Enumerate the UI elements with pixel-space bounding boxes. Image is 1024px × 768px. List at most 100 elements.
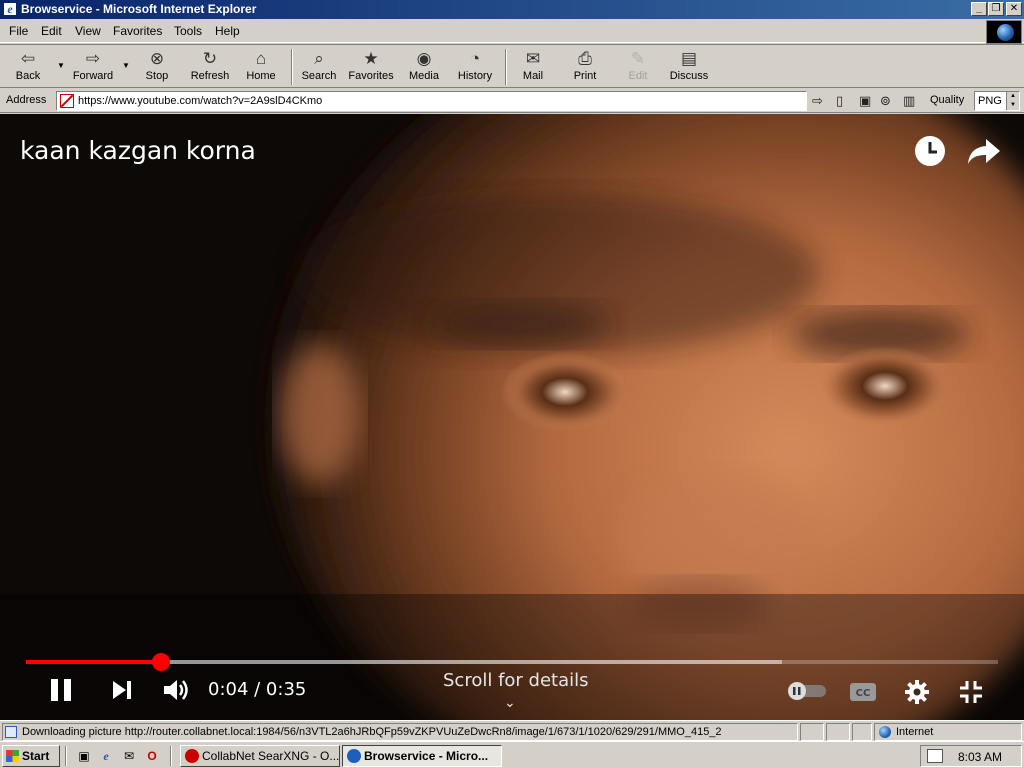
restore-button[interactable]: ❐ (988, 2, 1004, 16)
refresh-label: Refresh (190, 70, 230, 82)
quality-select[interactable]: PNG ▲ ▼ (974, 91, 1020, 111)
back-arrow-icon: ⇦ (20, 49, 36, 68)
forward-button[interactable]: ⇨ Forward (70, 48, 116, 86)
minimize-button[interactable]: _ (971, 2, 987, 16)
search-button[interactable]: ⌕ Search (300, 48, 338, 86)
refresh-button[interactable]: ↻ Refresh (188, 48, 232, 86)
opera-icon[interactable]: O (144, 748, 160, 764)
menu-file[interactable]: File (9, 24, 28, 38)
exit-fullscreen-icon[interactable] (958, 679, 984, 705)
find-binoculars-icon[interactable]: ⊚ (880, 93, 891, 109)
edit-page-icon: ✎ (630, 49, 646, 68)
close-button[interactable]: ✕ (1006, 2, 1022, 16)
search-icon: ⌕ (314, 49, 324, 68)
page-loading-icon (5, 726, 17, 738)
menu-help[interactable]: Help (215, 24, 240, 38)
stop-button[interactable]: ⊗ Stop (140, 48, 174, 86)
show-desktop-icon[interactable]: ▣ (76, 748, 92, 764)
favorites-folder-icon: ★ (363, 49, 379, 68)
progress-scrubber[interactable] (152, 653, 171, 671)
internet-zone-globe-icon (879, 726, 891, 738)
security-zone[interactable]: Internet (874, 723, 1022, 741)
favorites-button[interactable]: ★ Favorites (346, 48, 396, 86)
ie-quicklaunch-icon[interactable]: e (98, 748, 114, 764)
media-icon: ◉ (416, 49, 432, 68)
printer-icon: ⎙ (578, 49, 592, 68)
mail-icon: ✉ (525, 49, 541, 68)
network-tray-icon[interactable] (927, 749, 943, 763)
window-titlebar[interactable]: e Browservice - Microsoft Internet Explo… (0, 0, 1024, 19)
menu-view[interactable]: View (75, 24, 101, 38)
menu-tools[interactable]: Tools (174, 24, 202, 38)
back-button[interactable]: ⇦ Back (8, 48, 48, 86)
mail-button[interactable]: ✉ Mail (516, 48, 550, 86)
go-arrow-icon[interactable]: ⇨ (812, 93, 823, 109)
quality-label: Quality (930, 94, 965, 106)
status-text: Downloading picture http://router.collab… (22, 726, 722, 738)
globe-icon (997, 24, 1014, 41)
taskbar: Start ▣ e ✉ O CollabNet SearXNG - O... B… (0, 741, 1024, 768)
history-button[interactable]: ◔ History (455, 48, 495, 86)
windows-flag-icon (6, 750, 19, 762)
home-label: Home (246, 70, 276, 82)
ie-task-icon (347, 749, 361, 763)
back-dropdown-icon[interactable]: ▼ (57, 61, 65, 70)
discuss-button[interactable]: ▤ Discuss (669, 48, 709, 86)
menu-favorites[interactable]: Favorites (113, 24, 162, 38)
history-label: History (457, 70, 493, 82)
start-button[interactable]: Start (2, 745, 60, 767)
media-button[interactable]: ◉ Media (406, 48, 442, 86)
stop-label: Stop (145, 70, 169, 82)
progress-played (26, 660, 162, 664)
print-button[interactable]: ⎙ Print (570, 48, 600, 86)
address-bar: Address https://www.youtube.com/watch?v=… (0, 89, 1024, 113)
quality-spinner-icon[interactable]: ▲ ▼ (1006, 92, 1019, 110)
discuss-icon: ▤ (680, 49, 698, 68)
share-arrow-icon[interactable] (966, 136, 1002, 166)
outlook-express-icon[interactable]: ✉ (121, 748, 137, 764)
refresh-icon: ↻ (202, 49, 218, 68)
address-url[interactable]: https://www.youtube.com/watch?v=2A9slD4C… (78, 95, 322, 107)
volume-icon[interactable] (162, 677, 190, 703)
window-title: Browservice - Microsoft Internet Explore… (21, 2, 257, 16)
forward-label: Forward (72, 70, 114, 82)
status-pane (800, 723, 824, 741)
video-frame (0, 114, 1024, 720)
autoplay-toggle-icon[interactable] (786, 680, 828, 702)
ie-logo-icon: e (3, 2, 17, 16)
settings-gear-icon[interactable] (904, 679, 930, 705)
quality-value: PNG (978, 95, 1002, 107)
task-label: Browservice - Micro... (364, 749, 489, 763)
forward-dropdown-icon[interactable]: ▼ (122, 61, 130, 70)
svg-text:CC: CC (856, 688, 871, 699)
menu-edit[interactable]: Edit (41, 24, 62, 38)
watch-later-clock-icon[interactable] (913, 134, 947, 168)
start-label: Start (22, 749, 50, 763)
opera-task-icon (185, 749, 199, 763)
view-icon[interactable]: ▣ (859, 93, 871, 109)
taskbar-separator (65, 746, 67, 766)
bookmark-icon[interactable]: ▯ (836, 93, 843, 109)
edit-label: Edit (628, 70, 648, 82)
address-input[interactable]: https://www.youtube.com/watch?v=2A9slD4C… (56, 91, 807, 111)
video-player[interactable]: kaan kazgan korna 0:04 / 0:35 Scroll for… (0, 114, 1024, 720)
task-browservice[interactable]: Browservice - Micro... (342, 745, 502, 767)
back-label: Back (15, 70, 41, 82)
clipboard-icon[interactable]: ▥ (903, 93, 915, 109)
next-video-icon[interactable] (110, 679, 134, 701)
home-icon: ⌂ (255, 49, 267, 68)
page-icon (60, 94, 74, 108)
zone-label: Internet (896, 726, 934, 738)
task-searxng[interactable]: CollabNet SearXNG - O... (180, 745, 340, 767)
pause-icon[interactable] (48, 677, 74, 703)
scroll-for-details[interactable]: Scroll for details (443, 670, 589, 691)
chevron-down-icon[interactable]: ⌄ (504, 694, 516, 711)
clock[interactable]: 8:03 AM (958, 750, 1002, 764)
video-title[interactable]: kaan kazgan korna (20, 136, 256, 165)
menu-bar: File Edit View Favorites Tools Help (0, 19, 1024, 43)
home-button[interactable]: ⌂ Home (244, 48, 278, 86)
media-label: Media (409, 70, 439, 82)
captions-cc-icon[interactable]: CC (848, 681, 878, 703)
favorites-label: Favorites (348, 70, 394, 82)
edit-button[interactable]: ✎ Edit (624, 48, 652, 86)
